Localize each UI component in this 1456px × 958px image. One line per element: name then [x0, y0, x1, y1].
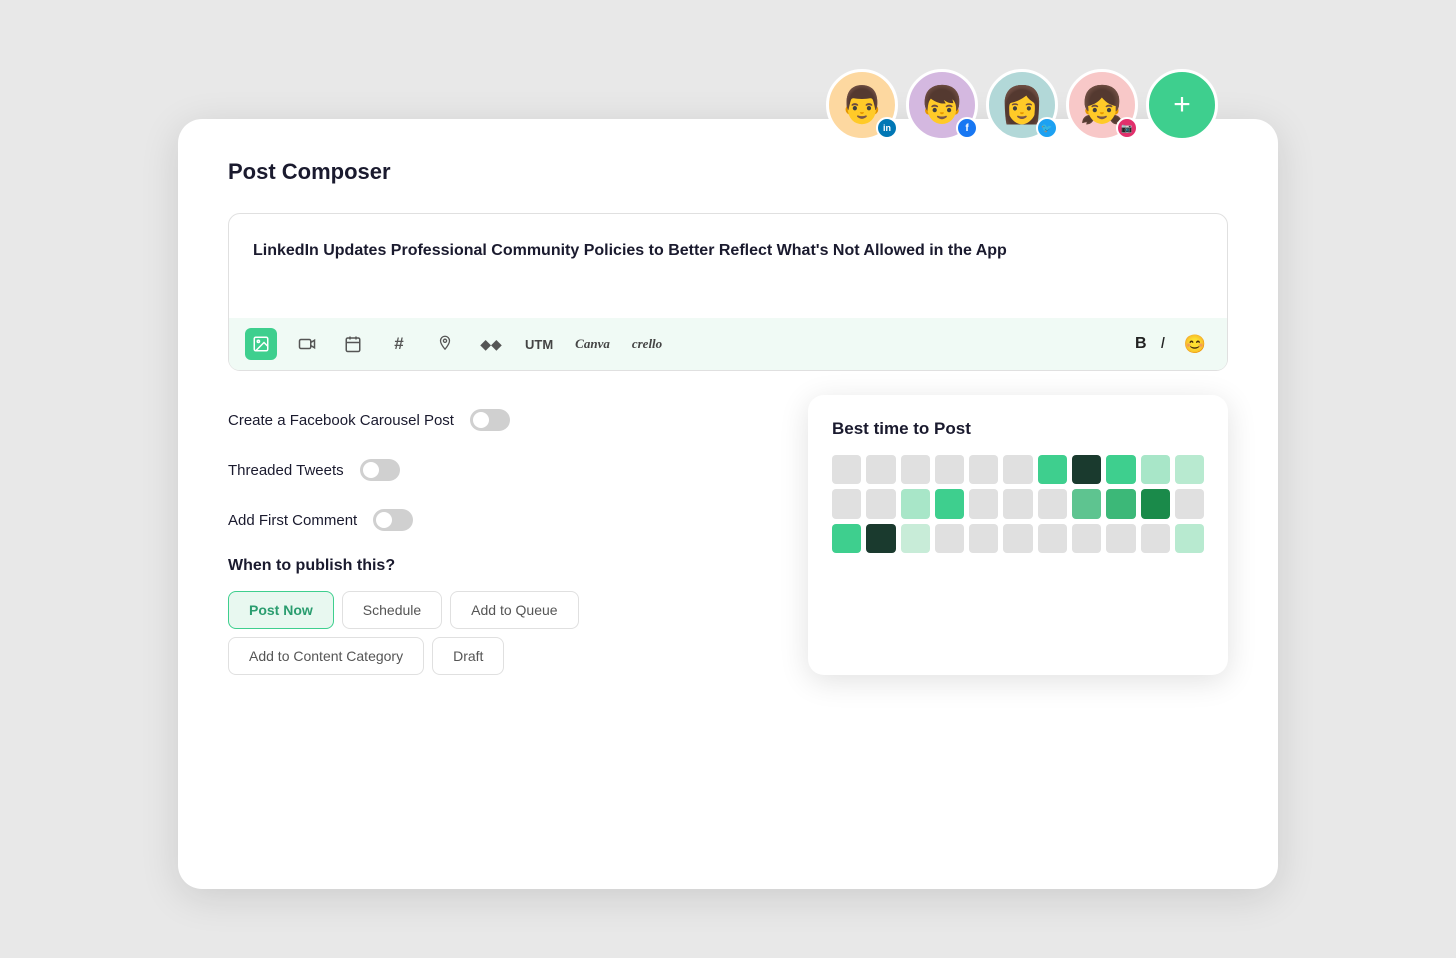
utm-button[interactable]: UTM [521, 337, 557, 352]
heatmap [832, 455, 1204, 553]
option-row-facebook-carousel: Create a Facebook Carousel Post [228, 395, 768, 445]
heatmap-cell-0-9 [1141, 455, 1170, 484]
first-comment-label: Add First Comment [228, 512, 357, 529]
heatmap-cell-0-3 [935, 455, 964, 484]
draft-button[interactable]: Draft [432, 637, 504, 675]
heatmap-cell-0-8 [1106, 455, 1135, 484]
heatmap-cell-0-10 [1175, 455, 1204, 484]
heatmap-cell-1-4 [969, 489, 998, 518]
hashtag-icon[interactable]: # [383, 328, 415, 360]
image-icon[interactable] [245, 328, 277, 360]
emoji-button[interactable]: 😊 [1179, 328, 1211, 360]
main-card: Post Composer LinkedIn Updates Professio… [178, 119, 1278, 889]
plus-icon: + [1173, 90, 1191, 120]
location-icon[interactable] [429, 328, 461, 360]
diamond-icon[interactable]: ◆◆ [475, 328, 507, 360]
publish-buttons: Post Now Schedule Add to Queue Add to Co… [228, 591, 768, 675]
scene: 👨 in 👦 f 👩 🐦 👧 [178, 69, 1278, 889]
heatmap-cell-1-8 [1106, 489, 1135, 518]
heatmap-cell-2-5 [1003, 524, 1032, 553]
heatmap-cell-2-6 [1038, 524, 1067, 553]
calendar-icon[interactable] [337, 328, 369, 360]
video-icon[interactable] [291, 328, 323, 360]
first-comment-toggle[interactable] [373, 509, 413, 531]
facebook-carousel-toggle[interactable] [470, 409, 510, 431]
heatmap-cell-1-6 [1038, 489, 1067, 518]
crello-button[interactable]: crello [628, 336, 666, 352]
avatars-row: 👨 in 👦 f 👩 🐦 👧 [826, 69, 1218, 141]
publish-label: When to publish this? [228, 557, 768, 575]
heatmap-cell-0-5 [1003, 455, 1032, 484]
heatmap-cell-2-8 [1106, 524, 1135, 553]
editor-toolbar: # ◆◆ UTM Canva crello B I 😊 [229, 318, 1227, 370]
twitter-badge: 🐦 [1036, 117, 1058, 139]
heatmap-cell-0-6 [1038, 455, 1067, 484]
heatmap-cell-2-9 [1141, 524, 1170, 553]
facebook-carousel-label: Create a Facebook Carousel Post [228, 412, 454, 429]
heatmap-cell-1-9 [1141, 489, 1170, 518]
text-editor[interactable]: LinkedIn Updates Professional Community … [228, 213, 1228, 371]
facebook-badge: f [956, 117, 978, 139]
heatmap-cell-2-10 [1175, 524, 1204, 553]
add-to-queue-button[interactable]: Add to Queue [450, 591, 578, 629]
add-account-button[interactable]: + [1146, 69, 1218, 141]
heatmap-cell-1-1 [866, 489, 895, 518]
heatmap-cell-2-2 [901, 524, 930, 553]
canva-button[interactable]: Canva [571, 336, 614, 352]
instagram-badge: 📷 [1116, 117, 1138, 139]
avatar-facebook[interactable]: 👦 f [906, 69, 978, 141]
heatmap-cell-1-3 [935, 489, 964, 518]
avatar-instagram[interactable]: 👧 📷 [1066, 69, 1138, 141]
heatmap-cell-1-7 [1072, 489, 1101, 518]
option-row-first-comment: Add First Comment [228, 495, 768, 545]
post-now-button[interactable]: Post Now [228, 591, 334, 629]
avatar-linkedin[interactable]: 👨 in [826, 69, 898, 141]
bottom-section: Create a Facebook Carousel Post Threaded… [228, 395, 1228, 675]
heatmap-cell-2-3 [935, 524, 964, 553]
heatmap-cell-2-1 [866, 524, 895, 553]
linkedin-badge: in [876, 117, 898, 139]
schedule-button[interactable]: Schedule [342, 591, 442, 629]
threaded-tweets-label: Threaded Tweets [228, 462, 344, 479]
heatmap-cell-0-7 [1072, 455, 1101, 484]
option-row-threaded-tweets: Threaded Tweets [228, 445, 768, 495]
heatmap-cell-0-2 [901, 455, 930, 484]
heatmap-cell-0-4 [969, 455, 998, 484]
heatmap-cell-1-2 [901, 489, 930, 518]
heatmap-cell-1-0 [832, 489, 861, 518]
options-section: Create a Facebook Carousel Post Threaded… [228, 395, 768, 675]
page-title: Post Composer [228, 159, 1228, 185]
heatmap-cell-1-10 [1175, 489, 1204, 518]
best-time-title: Best time to Post [832, 419, 1204, 439]
heatmap-cell-2-0 [832, 524, 861, 553]
add-to-content-category-button[interactable]: Add to Content Category [228, 637, 424, 675]
heatmap-cell-1-5 [1003, 489, 1032, 518]
bold-button[interactable]: B [1135, 335, 1147, 353]
heatmap-cell-2-7 [1072, 524, 1101, 553]
avatar-twitter[interactable]: 👩 🐦 [986, 69, 1058, 141]
heatmap-cell-0-0 [832, 455, 861, 484]
editor-content[interactable]: LinkedIn Updates Professional Community … [253, 238, 1203, 318]
best-time-card: Best time to Post [808, 395, 1228, 675]
heatmap-cell-2-4 [969, 524, 998, 553]
heatmap-cell-0-1 [866, 455, 895, 484]
italic-button[interactable]: I [1161, 335, 1165, 353]
threaded-tweets-toggle[interactable] [360, 459, 400, 481]
